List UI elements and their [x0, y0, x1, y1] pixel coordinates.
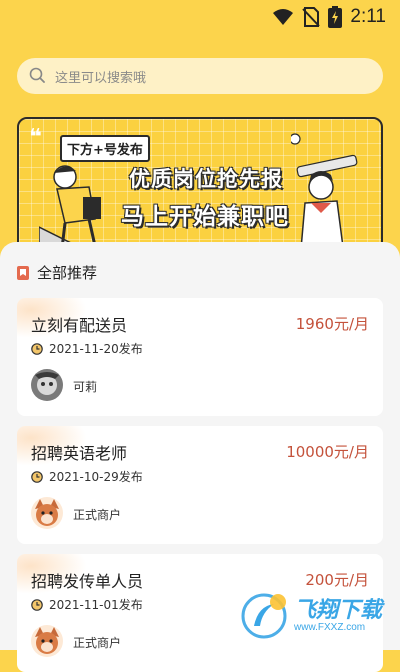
job-date-row: 2021-11-01发布 — [31, 596, 143, 613]
avatar — [31, 369, 63, 401]
search-placeholder: 这里可以搜索哦 — [55, 71, 147, 86]
status-bar: 2:11 — [0, 0, 400, 36]
job-title: 招聘英语老师 — [31, 444, 128, 463]
bookmark-icon — [17, 265, 29, 280]
status-time: 2:11 — [350, 6, 386, 27]
job-salary: 1960元/月 — [295, 315, 369, 333]
status-icons: 2:11 — [272, 6, 386, 28]
quote-mark-icon: ❝ — [29, 125, 42, 150]
recommend-panel: 全部推荐 立刻有配送员 1960元/月 2021-11-20发布 可莉 招聘英语… — [0, 242, 400, 672]
avatar — [31, 497, 63, 529]
poster-name: 正式商户 — [73, 508, 122, 522]
section-header: 全部推荐 — [17, 262, 97, 283]
watermark-logo — [241, 593, 287, 639]
job-title: 招聘发传单人员 — [31, 572, 144, 591]
job-title: 立刻有配送员 — [31, 316, 128, 335]
search-bar[interactable]: 这里可以搜索哦 — [17, 58, 383, 94]
wifi-icon — [273, 9, 294, 25]
job-date: 2021-10-29发布 — [49, 470, 143, 484]
job-date: 2021-11-20发布 — [49, 342, 143, 356]
promo-banner[interactable]: ❝ 下方+号发布 优质岗位抢先报 马上开始兼职吧 — [17, 117, 383, 257]
banner-subheadline: 马上开始兼职吧 — [121, 204, 289, 230]
clock-icon — [31, 598, 43, 611]
job-salary: 10000元/月 — [286, 443, 369, 461]
job-date-row: 2021-11-20发布 — [31, 340, 143, 357]
no-sim-icon — [302, 7, 321, 27]
avatar — [31, 625, 63, 657]
poster-name: 可莉 — [73, 380, 98, 394]
clock-icon — [31, 470, 43, 483]
job-salary: 200元/月 — [305, 571, 369, 589]
section-title: 全部推荐 — [37, 264, 98, 282]
job-date: 2021-11-01发布 — [49, 598, 143, 612]
clock-icon — [31, 342, 43, 355]
poster-name: 正式商户 — [73, 636, 122, 650]
job-date-row: 2021-10-29发布 — [31, 468, 143, 485]
job-card[interactable]: 立刻有配送员 1960元/月 2021-11-20发布 可莉 — [17, 298, 383, 416]
job-card[interactable]: 招聘英语老师 10000元/月 2021-10-29发布 正式商户 — [17, 426, 383, 544]
site-watermark: 飞翔下载 www.FXXZ.com — [238, 592, 388, 642]
banner-headline: 优质岗位抢先报 — [129, 167, 283, 191]
search-icon — [29, 67, 45, 83]
watermark-name: 飞翔下载 — [294, 598, 383, 623]
battery-charging-icon — [328, 6, 343, 28]
watermark-url: www.FXXZ.com — [294, 622, 366, 633]
person-illustration-right — [291, 133, 358, 255]
